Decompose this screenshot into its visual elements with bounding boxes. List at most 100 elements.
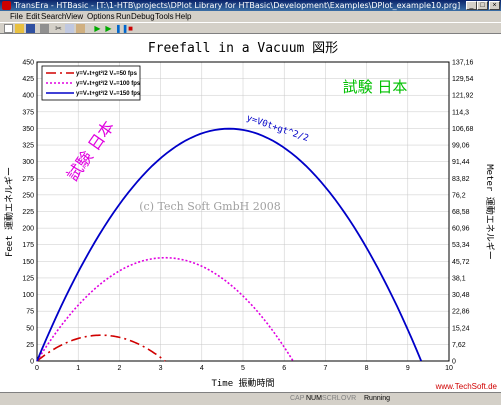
status-cap: CAP xyxy=(290,395,305,402)
y-tick-label: 25 xyxy=(26,342,34,349)
y-tick-label: 350 xyxy=(22,126,34,133)
maximize-button[interactable]: □ xyxy=(477,1,488,10)
y-tick-label: 450 xyxy=(22,60,34,67)
watermark-text: (c) Tech Soft GmbH 2008 xyxy=(139,200,280,213)
copy-icon[interactable] xyxy=(65,24,74,33)
equation-annotation: y=V0t+gt^2/2 xyxy=(245,113,310,144)
x-tick-label: 5 xyxy=(241,365,245,372)
y-tick-label: 50 xyxy=(26,325,34,332)
menu-bar: File Edit Search View Options Run Debug … xyxy=(0,11,501,22)
step-icon[interactable]: ▶ xyxy=(104,24,113,33)
x-tick-label: 2 xyxy=(117,365,121,372)
status-bar: CAP NUM SCRL OVR Running xyxy=(0,392,501,405)
x-tick-label: 4 xyxy=(200,365,204,372)
chart-title: Freefall in a Vacuum 図形 xyxy=(148,41,338,56)
legend-label-150: y=V₀t+gt²/2 V₀=150 fps xyxy=(76,90,141,97)
y2-tick-label: 68,58 xyxy=(452,209,470,216)
status-scrl: SCRL xyxy=(322,395,341,402)
y2-tick-label: 7,62 xyxy=(452,342,466,349)
y2-axis-label: Meter 運動エネルギー xyxy=(484,164,495,260)
website-url[interactable]: www.TechSoft.de xyxy=(435,382,498,391)
chart: 0 1 2 3 4 5 6 7 8 9 100255075100125150175200225250… xyxy=(4,41,498,391)
y-tick-label: 100 xyxy=(22,292,34,299)
y2-tick-label: 91,44 xyxy=(452,159,470,166)
save-icon[interactable] xyxy=(26,24,35,33)
toolbar: ✂ ▶ ▶ ❚❚ ■ xyxy=(0,22,501,34)
stop-icon[interactable]: ■ xyxy=(126,24,135,33)
japanese-annotation: 試験 日本 xyxy=(343,78,408,96)
y-tick-label: 425 xyxy=(22,76,34,83)
run-icon[interactable]: ▶ xyxy=(93,24,102,33)
y2-tick-label: 45,72 xyxy=(452,259,470,266)
x-tick-label: 7 xyxy=(323,365,327,372)
y-tick-label: 200 xyxy=(22,226,34,233)
y2-tick-label: 99,06 xyxy=(452,143,470,150)
y2-tick-label: 15,24 xyxy=(452,325,470,332)
y-tick-label: 150 xyxy=(22,259,34,266)
minimize-button[interactable]: _ xyxy=(466,1,477,10)
x-tick-label: 1 xyxy=(76,365,80,372)
series-line-50 xyxy=(36,334,166,362)
status-state: Running xyxy=(364,395,391,402)
y2-tick-label: 106,68 xyxy=(452,126,474,133)
y-axis-label: Feet 運動エネルギー xyxy=(4,167,15,257)
app-icon xyxy=(2,1,11,10)
series-line-100 xyxy=(36,256,294,362)
y2-tick-label: 137,16 xyxy=(452,60,474,67)
close-button[interactable]: × xyxy=(489,1,500,10)
japanese-annotation-rotated: 試験 日本 xyxy=(63,117,118,184)
legend: y=V₀t+gt²/2 V₀=50 fps y=V₀t+gt²/2 V₀=100… xyxy=(41,65,141,101)
y2-tick-label: 60,96 xyxy=(452,226,470,233)
y2-tick-label: 0 xyxy=(452,359,456,366)
y2-tick-label: 53,34 xyxy=(452,242,470,249)
y2-tick-label: 83,82 xyxy=(452,176,470,183)
status-num: NUM xyxy=(306,395,322,402)
y-tick-label: 400 xyxy=(22,93,34,100)
open-icon[interactable] xyxy=(15,24,24,33)
menu-edit[interactable]: Edit xyxy=(26,11,40,22)
y-tick-label: 250 xyxy=(22,192,34,199)
menu-view[interactable]: View xyxy=(66,11,83,22)
y2-tick-label: 38,1 xyxy=(452,275,466,282)
legend-label-100: y=V₀t+gt²/2 V₀=100 fps xyxy=(76,80,141,87)
legend-label-50: y=V₀t+gt²/2 V₀=50 fps xyxy=(76,70,138,77)
paste-icon[interactable] xyxy=(76,24,85,33)
y-tick-label: 0 xyxy=(30,359,34,366)
window-title: TransEra - HTBasic - [T:\1-HTB\projects\… xyxy=(14,1,461,10)
x-tick-label: 6 xyxy=(282,365,286,372)
x-tick-label: 3 xyxy=(159,365,163,372)
cut-icon[interactable]: ✂ xyxy=(54,24,63,33)
y2-tick-label: 114,3 xyxy=(452,109,469,116)
y-tick-label: 300 xyxy=(22,159,34,166)
y2-tick-label: 121,92 xyxy=(452,93,474,100)
print-icon[interactable] xyxy=(40,24,49,33)
new-icon[interactable] xyxy=(4,24,13,33)
y-tick-label: 75 xyxy=(26,309,34,316)
title-bar: TransEra - HTBasic - [T:\1-HTB\projects\… xyxy=(0,0,501,11)
menu-search[interactable]: Search xyxy=(41,11,66,22)
y-tick-label: 175 xyxy=(22,242,34,249)
x-tick-label: 8 xyxy=(365,365,369,372)
y2-tick-label: 30,48 xyxy=(452,292,470,299)
pause-icon[interactable]: ❚❚ xyxy=(115,24,128,33)
menu-options[interactable]: Options xyxy=(87,11,115,22)
y-tick-label: 325 xyxy=(22,143,34,150)
y2-tick-label: 129,54 xyxy=(452,76,474,83)
x-tick-label: 9 xyxy=(406,365,410,372)
menu-debug[interactable]: Debug xyxy=(131,11,155,22)
y2-tick-label: 22,86 xyxy=(452,309,470,316)
y-tick-label: 275 xyxy=(22,176,34,183)
menu-help[interactable]: Help xyxy=(175,11,191,22)
x-tick-label: 0 xyxy=(35,365,39,372)
x-tick-label: 10 xyxy=(445,365,453,372)
x-axis-label: Time 振動時間 xyxy=(211,377,274,389)
menu-tools[interactable]: Tools xyxy=(155,11,174,22)
status-ovr: OVR xyxy=(341,395,357,402)
y2-tick-label: 76,2 xyxy=(452,192,466,199)
menu-file[interactable]: File xyxy=(10,11,23,22)
menu-run[interactable]: Run xyxy=(116,11,131,22)
y-tick-label: 125 xyxy=(22,275,34,282)
y-tick-label: 375 xyxy=(22,109,34,116)
y-tick-label: 225 xyxy=(22,209,34,216)
plot-canvas: 0 1 2 3 4 5 6 7 8 9 10 0 25 50 75 100 125 150 175 200 225 250… xyxy=(0,34,501,392)
